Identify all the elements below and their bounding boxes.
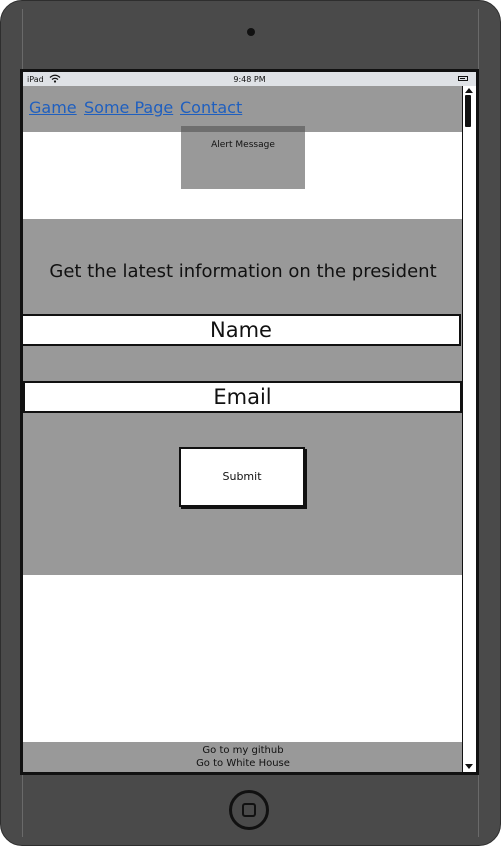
footer-link-white-house[interactable]: Go to White House <box>23 757 463 770</box>
scroll-down-arrow-icon[interactable] <box>465 764 473 769</box>
camera-icon <box>247 28 255 36</box>
home-button[interactable] <box>229 790 269 830</box>
nav-link-game[interactable]: Game <box>29 98 77 117</box>
screen: iPad 9:48 PM Game Some Page Contact Aler… <box>20 69 479 775</box>
battery-icon <box>458 76 468 81</box>
email-field[interactable]: Email <box>23 381 462 413</box>
signup-form: Get the latest information on the presid… <box>23 219 463 575</box>
footer-link-github[interactable]: Go to my github <box>23 744 463 757</box>
name-field[interactable]: Name <box>23 314 461 346</box>
home-square-icon <box>242 803 256 817</box>
nav-link-some-page[interactable]: Some Page <box>84 98 173 117</box>
scrollbar-thumb[interactable] <box>465 95 471 127</box>
ipad-device-frame: iPad 9:48 PM Game Some Page Contact Aler… <box>0 0 501 846</box>
submit-button[interactable]: Submit <box>179 447 305 507</box>
footer: Go to my github Go to White House <box>23 742 463 772</box>
status-time: 9:48 PM <box>233 74 266 84</box>
alert-message: Alert Message <box>181 126 305 189</box>
alert-text: Alert Message <box>211 140 275 150</box>
scrollbar[interactable] <box>462 86 476 772</box>
status-bar: iPad 9:48 PM <box>23 72 476 86</box>
form-headline: Get the latest information on the presid… <box>49 261 437 282</box>
nav-link-contact[interactable]: Contact <box>180 98 242 117</box>
scroll-up-arrow-icon[interactable] <box>465 88 473 93</box>
